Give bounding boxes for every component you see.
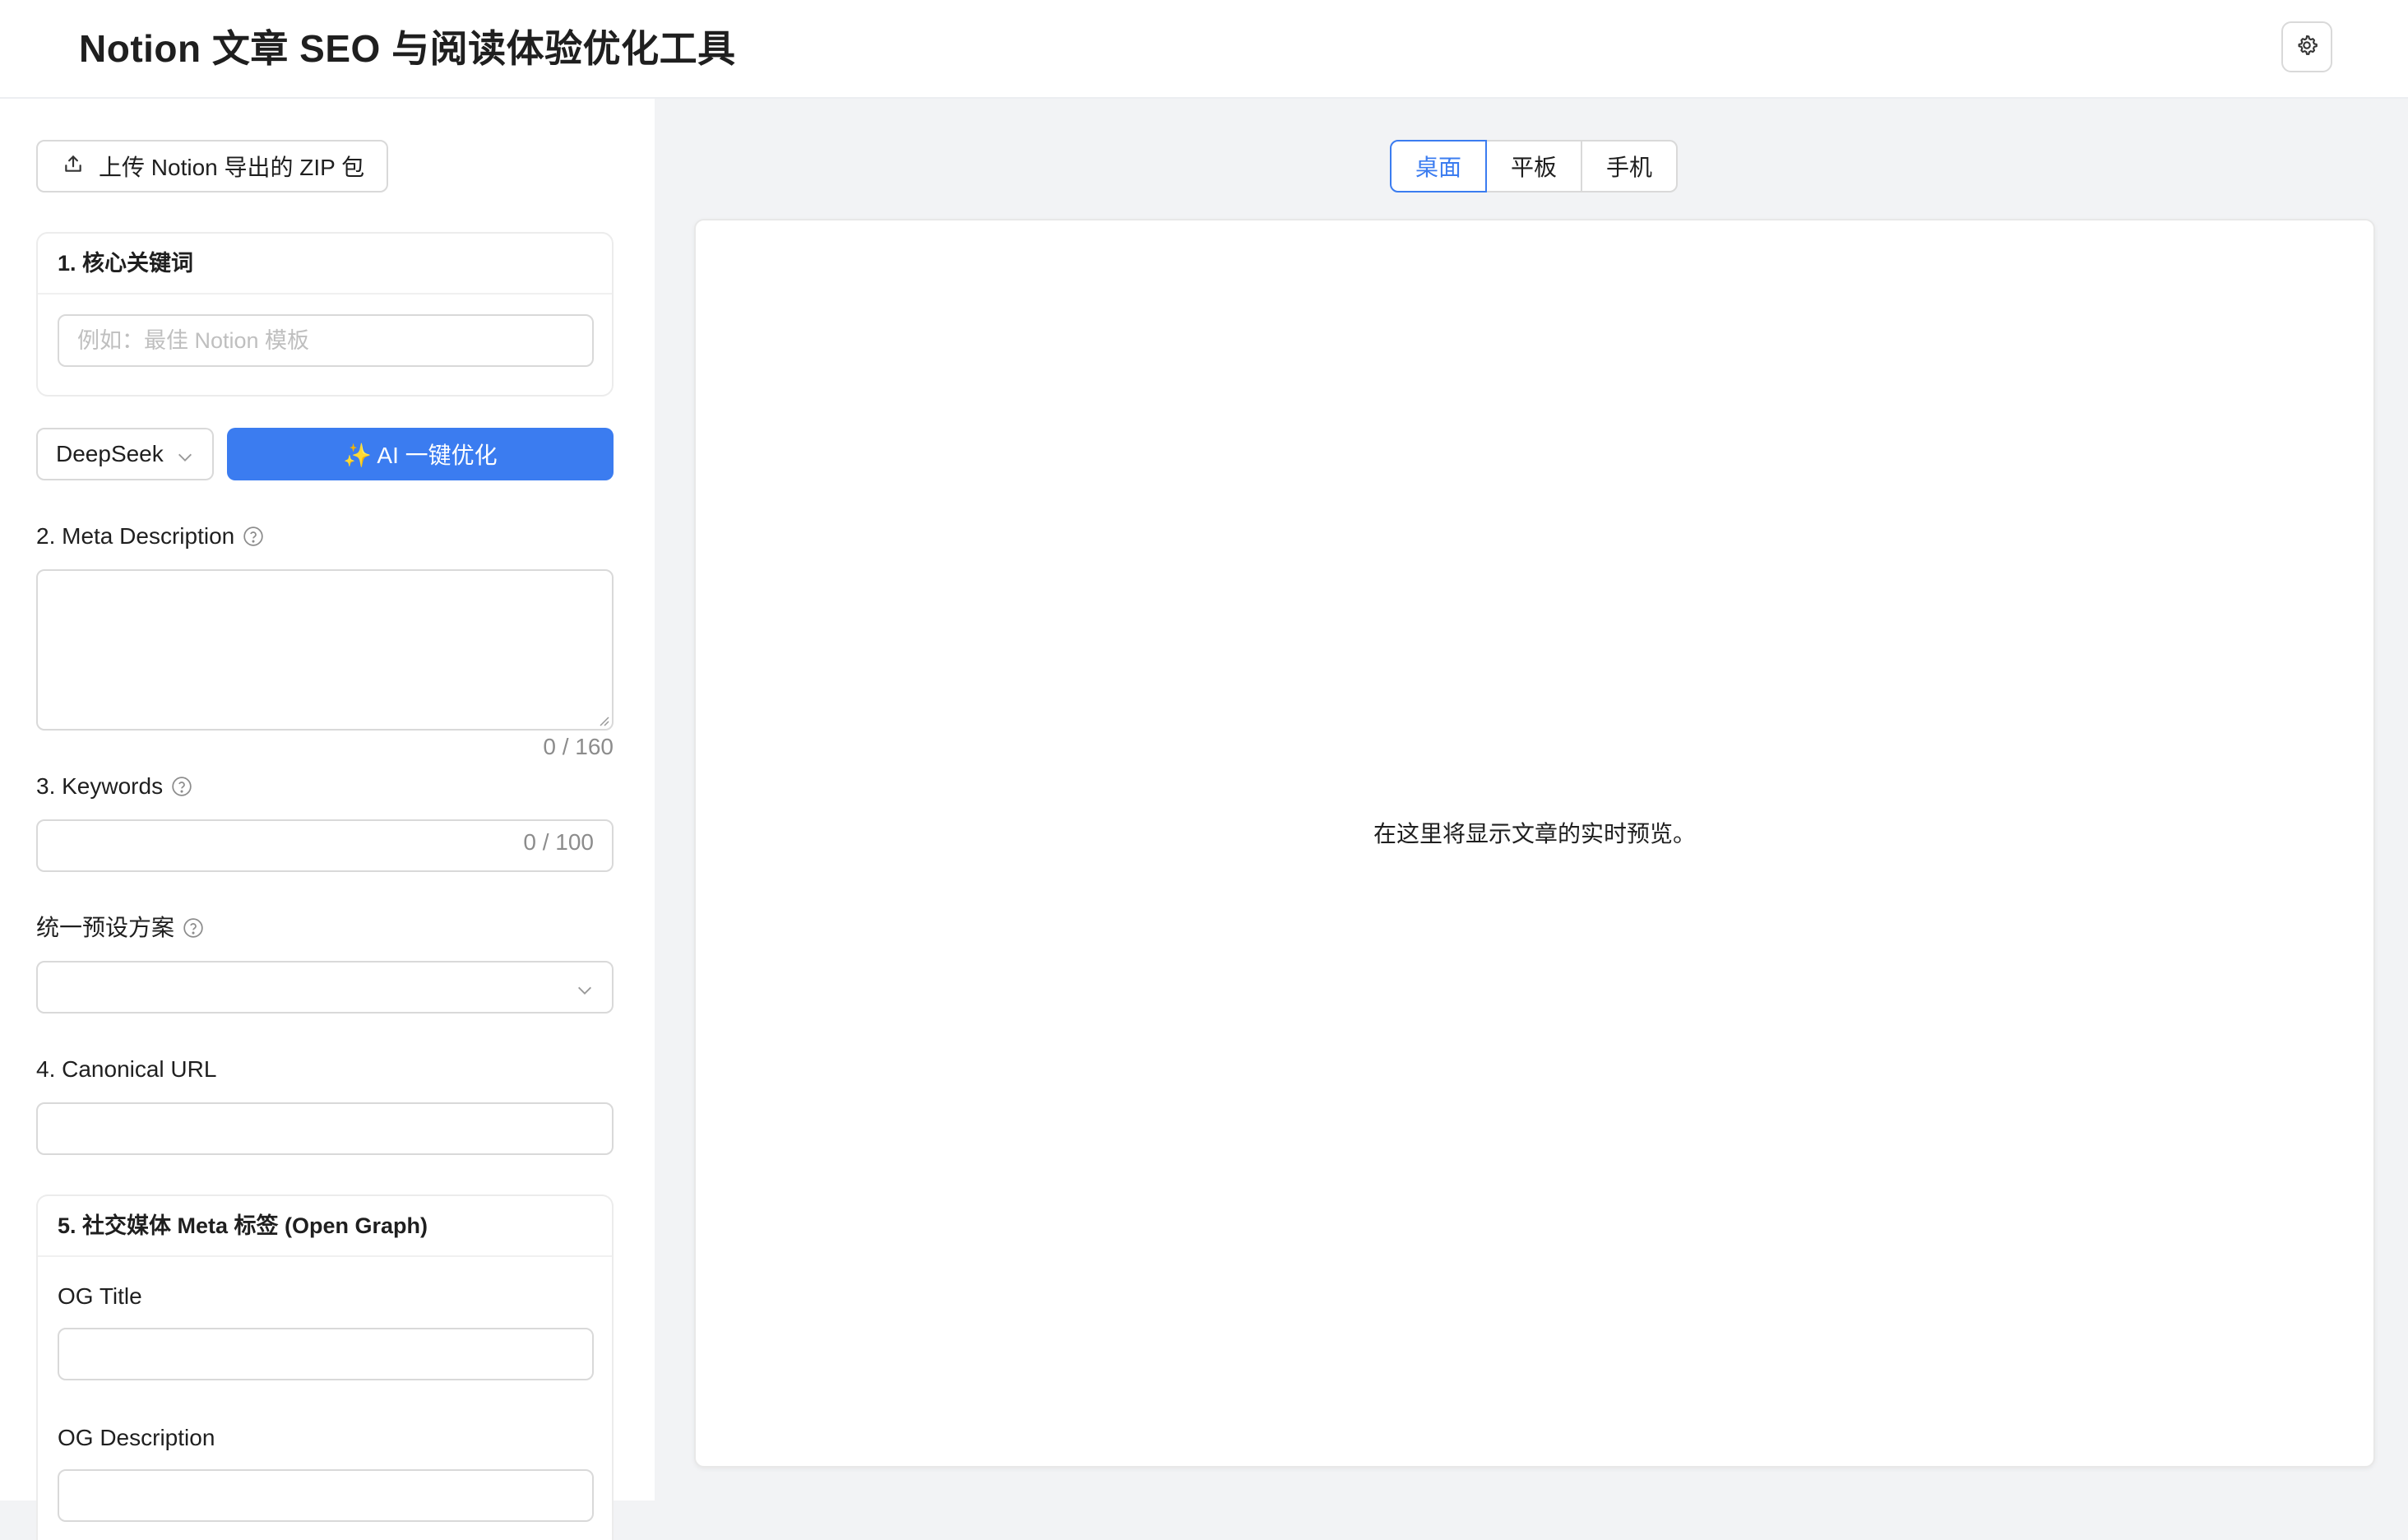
model-select-value: DeepSeek <box>56 441 164 466</box>
keyword-card: 1. 核心关键词 <box>36 232 614 397</box>
preset-label-text: 统一预设方案 <box>36 915 175 940</box>
og-title-input[interactable] <box>58 1328 594 1380</box>
upload-zip-button[interactable]: 上传 Notion 导出的 ZIP 包 <box>36 140 388 192</box>
preset-select[interactable] <box>36 961 614 1014</box>
app-header: Notion 文章 SEO 与阅读体验优化工具 <box>0 0 2408 99</box>
settings-button[interactable] <box>2281 21 2332 72</box>
app-title: Notion 文章 SEO 与阅读体验优化工具 <box>79 27 736 70</box>
question-circle-icon[interactable] <box>171 776 192 797</box>
ai-optimize-button[interactable]: ✨ AI 一键优化 <box>227 428 614 480</box>
model-select[interactable]: DeepSeek <box>36 428 214 480</box>
og-title-label: OG Title <box>58 1283 142 1309</box>
preview-placeholder-text: 在这里将显示文章的实时预览。 <box>1373 821 1696 847</box>
gear-icon <box>2295 34 2318 61</box>
chevron-down-icon <box>176 446 194 472</box>
tab-tablet[interactable]: 平板 <box>1485 140 1582 192</box>
og-description-input[interactable] <box>58 1469 594 1522</box>
open-graph-card: 5. 社交媒体 Meta 标签 (Open Graph) OG Title OG… <box>36 1194 614 1540</box>
canonical-url-input[interactable] <box>36 1102 614 1155</box>
article-preview-panel: 在这里将显示文章的实时预览。 <box>694 219 2375 1468</box>
meta-description-textarea[interactable] <box>36 569 614 731</box>
meta-description-counter: 0 / 160 <box>543 734 614 759</box>
ai-optimize-label: ✨ AI 一键优化 <box>343 443 498 468</box>
core-keyword-input[interactable] <box>58 314 594 367</box>
upload-label: 上传 Notion 导出的 ZIP 包 <box>99 155 365 180</box>
tab-desktop[interactable]: 桌面 <box>1390 140 1487 192</box>
question-circle-icon[interactable] <box>243 526 264 547</box>
meta-description-label-text: 2. Meta Description <box>36 523 235 549</box>
preset-label: 统一预设方案 <box>36 911 204 944</box>
tab-mobile[interactable]: 手机 <box>1581 140 1678 192</box>
resize-handle-icon[interactable] <box>595 712 610 731</box>
upload-icon <box>63 153 99 180</box>
og-description-label: OG Description <box>58 1425 215 1450</box>
question-circle-icon[interactable] <box>183 917 204 939</box>
keyword-card-title: 1. 核心关键词 <box>38 234 612 295</box>
keywords-label-text: 3. Keywords <box>36 773 164 799</box>
device-tabs: 桌面 平板 手机 <box>1390 140 1678 192</box>
meta-description-label: 2. Meta Description <box>36 520 264 553</box>
keywords-label: 3. Keywords <box>36 770 192 803</box>
open-graph-card-title: 5. 社交媒体 Meta 标签 (Open Graph) <box>38 1196 612 1257</box>
settings-sidebar: 上传 Notion 导出的 ZIP 包 1. 核心关键词 DeepSeek ✨ … <box>0 99 655 1540</box>
canonical-url-label: 4. Canonical URL <box>36 1056 217 1082</box>
chevron-down-icon <box>576 979 594 1005</box>
keywords-counter: 0 / 100 <box>523 829 594 855</box>
